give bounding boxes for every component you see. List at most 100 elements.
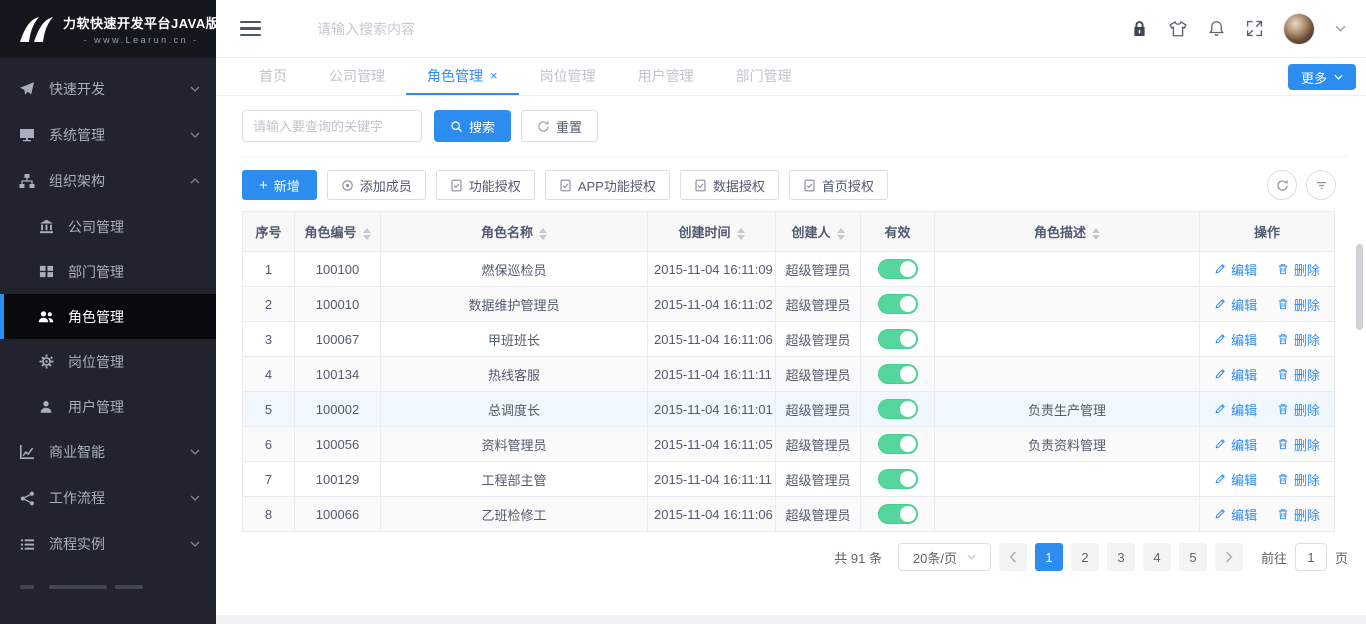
table-row[interactable]: 6 100056 资料管理员 2015-11-04 16:11:05 超级管理员… <box>243 427 1335 462</box>
sort-carets-icon[interactable] <box>1092 228 1100 240</box>
table-row-selected[interactable]: 5 100002 总调度长 2015-11-04 16:11:01 超级管理员 … <box>243 392 1335 427</box>
avatar[interactable] <box>1284 14 1314 44</box>
delete-link[interactable]: 删除 <box>1277 330 1320 349</box>
sidebar-item-user-mgmt[interactable]: 用户管理 <box>0 384 216 429</box>
delete-link[interactable]: 删除 <box>1277 365 1320 384</box>
delete-link[interactable]: 删除 <box>1277 470 1320 489</box>
col-role-name[interactable]: 角色名称 <box>381 212 648 252</box>
menu-toggle-icon[interactable] <box>240 21 261 37</box>
delete-link[interactable]: 删除 <box>1277 435 1320 454</box>
tab-post-mgmt[interactable]: 岗位管理 <box>519 58 617 95</box>
more-tabs-button[interactable]: 更多 <box>1288 64 1356 90</box>
table-row[interactable]: 4 100134 热线客服 2015-11-04 16:11:11 超级管理员 … <box>243 357 1335 392</box>
add-member-button[interactable]: 添加成员 <box>327 170 426 200</box>
sort-carets-icon[interactable] <box>737 228 745 240</box>
chevron-down-icon[interactable] <box>1335 25 1346 32</box>
sidebar-item-post-mgmt[interactable]: 岗位管理 <box>0 339 216 384</box>
table-row[interactable]: 8 100066 乙班检修工 2015-11-04 16:11:06 超级管理员… <box>243 497 1335 532</box>
sidebar-item-workflow[interactable]: 工作流程 <box>0 475 216 521</box>
search-button[interactable]: 搜索 <box>434 110 511 142</box>
enabled-toggle[interactable] <box>878 399 918 419</box>
sort-carets-icon[interactable] <box>539 228 547 240</box>
sidebar-item-role-mgmt[interactable]: 角色管理 <box>0 294 216 339</box>
edit-link[interactable]: 编辑 <box>1214 330 1257 349</box>
col-role-desc[interactable]: 角色描述 <box>935 212 1200 252</box>
enabled-toggle[interactable] <box>878 469 918 489</box>
sidebar-item-system-mgmt[interactable]: 系统管理 <box>0 112 216 158</box>
table-row[interactable]: 7 100129 工程部主管 2015-11-04 16:11:11 超级管理员… <box>243 462 1335 497</box>
page-size-select[interactable]: 20条/页 <box>898 543 991 571</box>
delete-link[interactable]: 删除 <box>1277 260 1320 279</box>
edit-link[interactable]: 编辑 <box>1214 505 1257 524</box>
tab-department-mgmt[interactable]: 部门管理 <box>715 58 813 95</box>
tab-user-mgmt[interactable]: 用户管理 <box>617 58 715 95</box>
edit-link[interactable]: 编辑 <box>1214 295 1257 314</box>
edit-link[interactable]: 编辑 <box>1214 260 1257 279</box>
page-button-1[interactable]: 1 <box>1035 543 1063 571</box>
paper-plane-icon <box>18 80 36 98</box>
edit-link[interactable]: 编辑 <box>1214 435 1257 454</box>
enabled-toggle[interactable] <box>878 434 918 454</box>
sidebar-item-process-instance[interactable]: 流程实例 <box>0 521 216 567</box>
goto-page-input[interactable] <box>1295 543 1327 571</box>
tab-role-mgmt[interactable]: 角色管理× <box>406 58 519 95</box>
reset-button[interactable]: 重置 <box>521 110 598 142</box>
keyword-input[interactable] <box>242 110 422 142</box>
enabled-toggle[interactable] <box>878 364 918 384</box>
page-button-3[interactable]: 3 <box>1107 543 1135 571</box>
tab-company-mgmt[interactable]: 公司管理 <box>308 58 406 95</box>
pencil-icon <box>1214 403 1226 415</box>
sidebar-item-business-intel[interactable]: 商业智能 <box>0 429 216 475</box>
col-enabled: 有效 <box>861 212 935 252</box>
app-function-auth-button[interactable]: APP功能授权 <box>545 170 670 200</box>
sidebar-item-partial[interactable] <box>0 567 216 607</box>
brand-subtitle: - www.Learun.cn - <box>63 35 216 45</box>
sidebar: 力软快速开发平台JAVA版 - www.Learun.cn - 快速开发 系统管… <box>0 0 216 624</box>
table-row[interactable]: 1 100100 燃保巡检员 2015-11-04 16:11:09 超级管理员… <box>243 252 1335 287</box>
col-created-time[interactable]: 创建时间 <box>648 212 776 252</box>
enabled-toggle[interactable] <box>878 294 918 314</box>
sidebar-item-company-mgmt[interactable]: 公司管理 <box>0 204 216 249</box>
sidebar-item-department-mgmt[interactable]: 部门管理 <box>0 249 216 294</box>
lock-icon[interactable] <box>1131 20 1148 37</box>
filter-lines-icon <box>1315 179 1328 192</box>
trash-icon <box>1277 473 1289 485</box>
sidebar-item-org-structure[interactable]: 组织架构 <box>0 158 216 204</box>
data-auth-button[interactable]: 数据授权 <box>680 170 779 200</box>
sidebar-menu: 快速开发 系统管理 组织架构 公司管理 部门管理 <box>0 58 216 607</box>
home-auth-button[interactable]: 首页授权 <box>789 170 888 200</box>
bell-icon[interactable] <box>1208 20 1225 37</box>
edit-link[interactable]: 编辑 <box>1214 400 1257 419</box>
page-button-2[interactable]: 2 <box>1071 543 1099 571</box>
delete-link[interactable]: 删除 <box>1277 505 1320 524</box>
delete-link[interactable]: 删除 <box>1277 400 1320 419</box>
edit-link[interactable]: 编辑 <box>1214 470 1257 489</box>
refresh-button[interactable] <box>1267 170 1297 200</box>
add-button[interactable]: + 新增 <box>242 170 317 200</box>
sort-carets-icon[interactable] <box>363 228 371 240</box>
table-row[interactable]: 3 100067 甲班班长 2015-11-04 16:11:06 超级管理员 … <box>243 322 1335 357</box>
table-row[interactable]: 2 100010 数据维护管理员 2015-11-04 16:11:02 超级管… <box>243 287 1335 322</box>
table-scrollbar[interactable] <box>1356 244 1363 330</box>
fullscreen-icon[interactable] <box>1246 20 1263 37</box>
shirt-icon[interactable] <box>1169 20 1187 38</box>
page-button-4[interactable]: 4 <box>1143 543 1171 571</box>
next-page-button[interactable] <box>1215 543 1243 571</box>
global-search-input[interactable] <box>317 21 647 37</box>
column-filter-button[interactable] <box>1306 170 1336 200</box>
enabled-toggle[interactable] <box>878 329 918 349</box>
sort-carets-icon[interactable] <box>837 228 845 240</box>
enabled-toggle[interactable] <box>878 259 918 279</box>
sidebar-item-rapid-dev[interactable]: 快速开发 <box>0 66 216 112</box>
page-button-5[interactable]: 5 <box>1179 543 1207 571</box>
sidebar-submenu-org: 公司管理 部门管理 角色管理 岗位管理 用户管理 <box>0 204 216 429</box>
edit-link[interactable]: 编辑 <box>1214 365 1257 384</box>
close-icon[interactable]: × <box>490 69 498 82</box>
enabled-toggle[interactable] <box>878 504 918 524</box>
function-auth-button[interactable]: 功能授权 <box>436 170 535 200</box>
delete-link[interactable]: 删除 <box>1277 295 1320 314</box>
tab-home[interactable]: 首页 <box>238 58 308 95</box>
col-creator[interactable]: 创建人 <box>776 212 861 252</box>
col-role-code[interactable]: 角色编号 <box>295 212 381 252</box>
prev-page-button[interactable] <box>999 543 1027 571</box>
